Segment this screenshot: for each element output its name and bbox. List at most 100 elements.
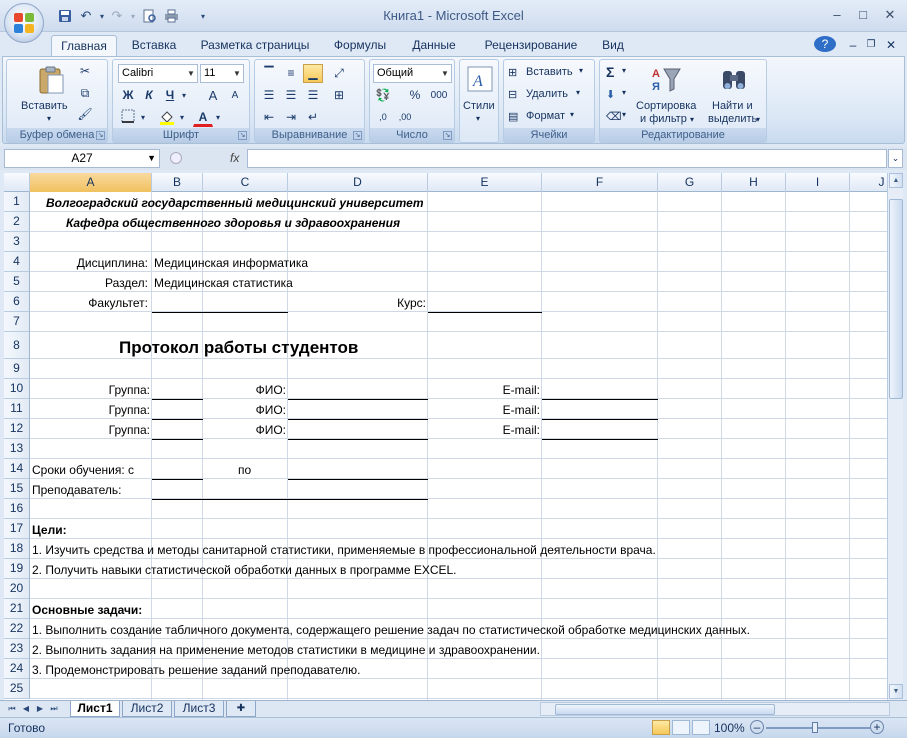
row-header-20[interactable]: 20 <box>4 579 30 599</box>
normal-view-icon[interactable] <box>652 720 670 735</box>
column-header-a[interactable]: A <box>30 173 152 192</box>
sheet-tab-3[interactable]: Лист3 <box>174 701 224 717</box>
align-top-icon[interactable]: ▔ <box>259 64 279 83</box>
chevron-down-icon[interactable]: ▾ <box>579 66 583 75</box>
row-header-11[interactable]: 11 <box>4 399 30 419</box>
chevron-down-icon[interactable]: ▾ <box>179 86 189 105</box>
cut-icon[interactable]: ✂ <box>75 62 95 81</box>
office-button[interactable] <box>4 3 44 43</box>
dialog-launcher-icon[interactable]: ↘ <box>96 131 105 140</box>
row-header-14[interactable]: 14 <box>4 459 30 479</box>
align-right-icon[interactable]: ☰ <box>303 86 323 105</box>
tab-formulas[interactable]: Формулы <box>326 35 394 56</box>
format-cells-icon[interactable]: ▤ <box>508 110 518 123</box>
ribbon-minimize-icon[interactable]: – <box>846 35 860 56</box>
dialog-launcher-icon[interactable]: ↘ <box>353 131 362 140</box>
shrink-font-button[interactable]: A <box>225 86 245 105</box>
chevron-down-icon[interactable]: ▾ <box>570 110 574 119</box>
scroll-thumb[interactable] <box>889 199 903 399</box>
find-select-label2[interactable]: выделить <box>708 113 757 125</box>
grow-font-button[interactable]: A <box>203 86 223 105</box>
sheet-tab-2[interactable]: Лист2 <box>122 701 172 717</box>
increase-decimal-icon[interactable]: ,0 <box>373 108 393 127</box>
zoom-level[interactable]: 100% <box>714 721 745 735</box>
delete-cells-button[interactable]: Удалить <box>526 88 568 100</box>
chevron-down-icon[interactable]: ▾ <box>756 115 760 124</box>
zoom-slider-track[interactable] <box>766 727 870 729</box>
next-sheet-icon[interactable]: ▶ <box>34 702 46 716</box>
italic-button[interactable]: К <box>139 86 159 105</box>
row-header-3[interactable]: 3 <box>4 232 30 252</box>
merge-center-icon[interactable]: ⊞ <box>329 86 349 105</box>
select-all-corner[interactable] <box>4 173 30 192</box>
decrease-decimal-icon[interactable]: ,00 <box>395 108 415 127</box>
font-color-button[interactable]: A <box>193 108 213 127</box>
copy-icon[interactable]: ⧉ <box>75 84 95 103</box>
chevron-down-icon[interactable]: ▾ <box>138 108 148 127</box>
chevron-down-icon[interactable]: ▾ <box>622 88 626 97</box>
vertical-scrollbar[interactable]: ▲ ▼ <box>887 173 903 700</box>
column-header-e[interactable]: E <box>428 173 542 192</box>
column-header-b[interactable]: B <box>152 173 203 192</box>
align-center-icon[interactable]: ☰ <box>281 86 301 105</box>
column-header-h[interactable]: H <box>722 173 786 192</box>
dialog-launcher-icon[interactable]: ↘ <box>443 131 452 140</box>
sort-filter-button[interactable]: Сортировка <box>636 100 696 112</box>
clear-icon[interactable]: ⌫ <box>606 110 622 123</box>
row-header-21[interactable]: 21 <box>4 599 30 619</box>
row-header-25[interactable]: 25 <box>4 679 30 699</box>
zoom-slider-thumb[interactable] <box>812 722 818 733</box>
borders-icon[interactable] <box>118 108 138 127</box>
chevron-down-icon[interactable]: ▼ <box>185 65 197 82</box>
chevron-down-icon[interactable]: ▾ <box>690 115 694 124</box>
column-header-f[interactable]: F <box>542 173 658 192</box>
page-layout-view-icon[interactable] <box>672 720 690 735</box>
scroll-up-icon[interactable]: ▲ <box>889 173 903 188</box>
paste-icon[interactable] <box>35 64 67 96</box>
fill-icon[interactable]: ⬇ <box>606 88 615 101</box>
chevron-down-icon[interactable]: ▼ <box>147 150 156 167</box>
column-header-d[interactable]: D <box>288 173 428 192</box>
tab-home[interactable]: Главная <box>51 35 117 56</box>
delete-cells-icon[interactable]: ⊟ <box>508 88 517 101</box>
workbook-close-icon[interactable]: ✕ <box>884 35 898 56</box>
percent-button[interactable]: % <box>405 86 425 105</box>
currency-icon[interactable]: 💱 <box>373 86 393 105</box>
column-header-j[interactable]: J <box>850 173 887 192</box>
autosum-button[interactable]: Σ <box>606 64 614 80</box>
row-header-10[interactable]: 10 <box>4 379 30 399</box>
row-header-18[interactable]: 18 <box>4 539 30 559</box>
insert-sheet-icon[interactable]: ✚ <box>226 701 256 717</box>
number-format-combo[interactable]: Общий ▼ <box>373 64 452 83</box>
row-header-13[interactable]: 13 <box>4 439 30 459</box>
row-header-4[interactable]: 4 <box>4 252 30 272</box>
row-header-22[interactable]: 22 <box>4 619 30 639</box>
sheet-tab-1[interactable]: Лист1 <box>70 701 120 717</box>
row-header-2[interactable]: 2 <box>4 212 30 232</box>
chevron-down-icon[interactable]: ▾ <box>47 114 51 123</box>
tab-review[interactable]: Рецензирование <box>476 35 586 56</box>
insert-cells-icon[interactable]: ⊞ <box>508 66 517 79</box>
styles-icon[interactable]: A <box>464 64 496 96</box>
maximize-button[interactable]: □ <box>852 6 874 24</box>
row-header-5[interactable]: 5 <box>4 272 30 292</box>
chevron-down-icon[interactable]: ▼ <box>439 65 451 82</box>
help-icon[interactable]: ? <box>814 36 836 52</box>
align-bottom-icon[interactable]: ▁ <box>303 64 323 83</box>
paste-button[interactable]: Вставить <box>21 100 68 112</box>
tab-insert[interactable]: Вставка <box>124 35 184 56</box>
first-sheet-icon[interactable]: ⏮ <box>6 702 18 716</box>
row-header-24[interactable]: 24 <box>4 659 30 679</box>
column-header-i[interactable]: I <box>786 173 850 192</box>
close-button[interactable]: ✕ <box>879 6 901 24</box>
dialog-launcher-icon[interactable]: ↘ <box>238 131 247 140</box>
sort-filter-icon[interactable]: АЯ <box>650 63 682 95</box>
find-select-button[interactable]: Найти и <box>712 100 753 112</box>
sort-filter-label2[interactable]: и фильтр <box>640 113 687 125</box>
chevron-down-icon[interactable]: ▾ <box>213 108 223 127</box>
formula-input[interactable] <box>247 149 887 168</box>
zoom-in-icon[interactable]: + <box>870 720 884 734</box>
decrease-indent-icon[interactable]: ⇤ <box>259 108 279 127</box>
orientation-icon[interactable]: ⤢ <box>329 64 349 83</box>
font-size-combo[interactable]: 11 ▼ <box>200 64 244 83</box>
